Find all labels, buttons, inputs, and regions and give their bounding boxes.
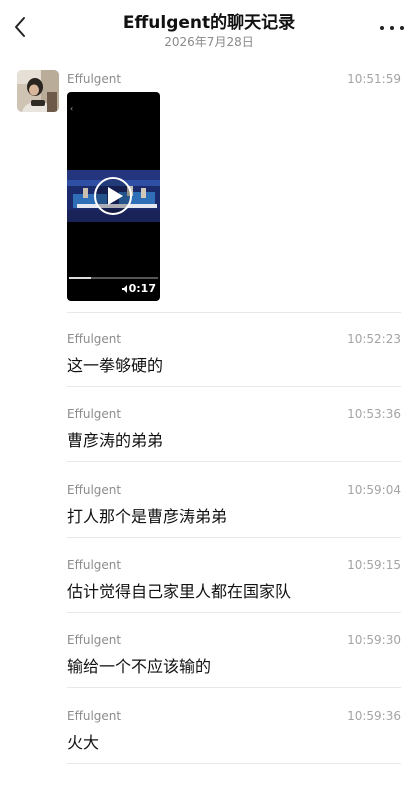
page-title: Effulgent的聊天记录 (122, 13, 296, 33)
message-time: 10:59:15 (347, 558, 401, 572)
video-duration: 0:17 (128, 282, 156, 295)
header-bar: Effulgent的聊天记录 2026年7月28日 (0, 0, 418, 58)
message-sender: Effulgent (67, 633, 122, 647)
page-date: 2026年7月28日 (164, 35, 254, 49)
message-text: 输给一个不应该输的 (67, 657, 212, 676)
message-time: 10:52:23 (347, 332, 401, 346)
divider (67, 461, 401, 462)
message-text: 火大 (67, 733, 100, 752)
video-message[interactable]: ‹ 0:17 (67, 92, 160, 301)
message-text: 估计觉得自己家里人都在国家队 (67, 582, 292, 601)
divider (67, 612, 401, 613)
chevron-left-icon: ‹ (70, 104, 74, 113)
more-horizontal-icon (380, 26, 384, 30)
more-horizontal-icon (400, 26, 404, 30)
message-text: 这一拳够硬的 (67, 356, 164, 375)
message-time: 10:59:30 (347, 633, 401, 647)
more-horizontal-icon (390, 26, 394, 30)
divider (67, 386, 401, 387)
message-sender: Effulgent (67, 483, 122, 497)
message-sender: Effulgent (67, 72, 122, 86)
chat-history-page: Effulgent的聊天记录 2026年7月28日 Effulgent 10:5… (0, 0, 418, 800)
message-time: 10:53:36 (347, 407, 401, 421)
play-icon (94, 177, 132, 215)
message-time: 10:51:59 (347, 72, 401, 86)
divider (67, 763, 401, 764)
message-text: 曹彦涛的弟弟 (67, 431, 164, 450)
video-progress-bar[interactable] (69, 277, 158, 279)
message-sender: Effulgent (67, 407, 122, 421)
message-sender: Effulgent (67, 558, 122, 572)
video-progress-fill (69, 277, 92, 279)
message-sender: Effulgent (67, 332, 122, 346)
divider (67, 312, 401, 313)
avatar-image (17, 70, 59, 112)
message-sender: Effulgent (67, 709, 122, 723)
more-button[interactable] (378, 16, 406, 40)
message-text: 打人那个是曹彦涛弟弟 (67, 507, 228, 526)
message-item: Effulgent 10:51:59 ‹ 0:17 (67, 72, 401, 313)
divider (67, 537, 401, 538)
avatar[interactable] (17, 70, 59, 112)
divider (67, 687, 401, 688)
message-time: 10:59:36 (347, 709, 401, 723)
message-time: 10:59:04 (347, 483, 401, 497)
